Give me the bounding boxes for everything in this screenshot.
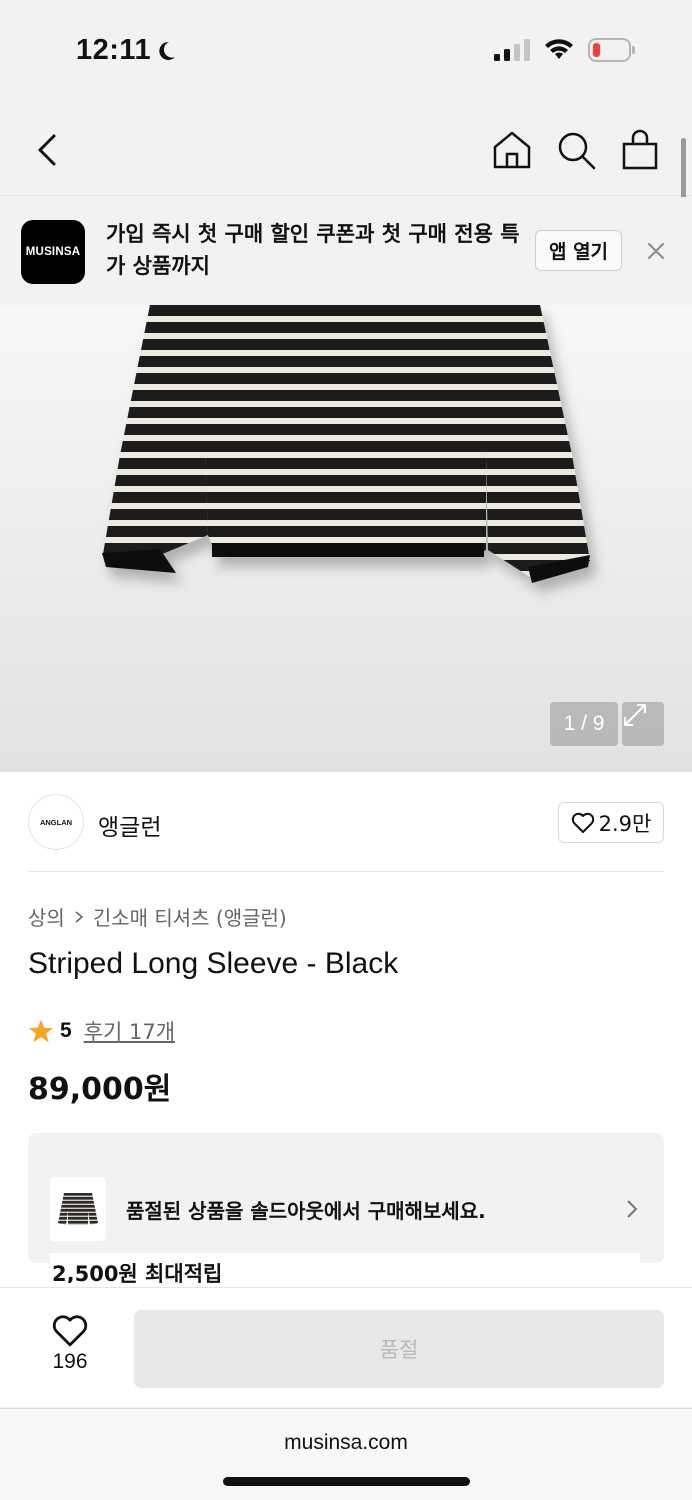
heart-icon [52,1315,88,1347]
home-button[interactable] [490,128,534,172]
musinsa-logo: MUSINSA [21,220,85,284]
product-title: Striped Long Sleeve - Black [28,947,399,980]
banner-message: 가입 즉시 첫 구매 할인 쿠폰과 첫 구매 전용 특가 상품까지 [106,222,520,278]
wishlist-count: 196 [52,1350,88,1373]
expand-image-button[interactable] [622,702,664,746]
image-counter: 1 / 9 [550,702,618,746]
brand-logo[interactable]: ANGLAN [28,794,84,850]
home-icon [493,131,531,169]
chevron-right-icon [75,910,84,923]
heart-icon [571,812,594,833]
status-time: 12:11 [76,34,177,67]
home-indicator[interactable] [223,1477,470,1486]
status-bar: 12:11 [0,0,692,100]
search-button[interactable] [554,128,598,172]
soldout-buy-button[interactable]: 품절 [134,1310,664,1388]
brand-row: ANGLAN 앵글런 2.9만 [28,772,664,872]
bag-icon [622,129,658,170]
soldout-thumbnail [50,1177,106,1241]
breadcrumb-item[interactable]: 상의 [28,902,65,931]
open-app-button[interactable]: 앱 열기 [535,230,622,271]
product-image-gallery[interactable]: 1 / 9 [0,305,692,772]
reward-points-label: 2,500원 최대적립 [52,1262,223,1283]
breadcrumb-item[interactable]: 긴소매 티셔츠 (앵글런) [93,902,287,931]
wifi-icon [545,39,573,59]
purchase-bar: 196 품절 [0,1287,692,1407]
review-link[interactable]: 후기 17개 [84,1016,175,1046]
search-icon [558,132,596,170]
top-nav [0,100,692,196]
price: 89,000원 [28,1072,172,1107]
status-icons [494,38,636,62]
close-icon [648,243,664,259]
sweater-thumbnail-icon [58,1193,98,1225]
url-text[interactable]: musinsa.com [0,1431,692,1455]
brand-like-count: 2.9만 [598,811,652,836]
cart-button[interactable] [618,128,662,172]
moon-icon [159,41,176,60]
app-install-banner: MUSINSA 가입 즉시 첫 구매 할인 쿠폰과 첫 구매 전용 특가 상품까… [0,197,692,305]
rating-score: 5 [60,1019,72,1042]
close-banner-button[interactable] [646,241,666,266]
chevron-right-icon [627,1200,638,1218]
browser-url-bar[interactable]: musinsa.com [0,1408,692,1500]
brand-like-button[interactable]: 2.9만 [558,802,664,843]
expand-icon [624,704,646,726]
back-icon [38,134,56,166]
reward-points-text: 2,500원 최대적립 [50,1253,640,1283]
breadcrumb: 상의 긴소매 티셔츠 (앵글런) [28,902,287,931]
back-button[interactable] [30,130,70,170]
soldout-message: 품절된 상품을 솔드아웃에서 구매해보세요. [126,1199,486,1223]
battery-icon [588,38,635,62]
wishlist-button[interactable]: 196 [34,1314,106,1374]
rating: 5 후기 17개 [28,1016,175,1046]
brand-name[interactable]: 앵글런 [98,808,161,842]
product-info: ANGLAN 앵글런 2.9만 상의 긴소매 티셔츠 (앵글런) Striped… [0,772,692,1287]
star-icon [29,1019,53,1043]
soldout-banner[interactable]: 품절된 상품을 솔드아웃에서 구매해보세요. 2,500원 최대적립 [28,1133,664,1283]
signal-icon [494,39,530,61]
